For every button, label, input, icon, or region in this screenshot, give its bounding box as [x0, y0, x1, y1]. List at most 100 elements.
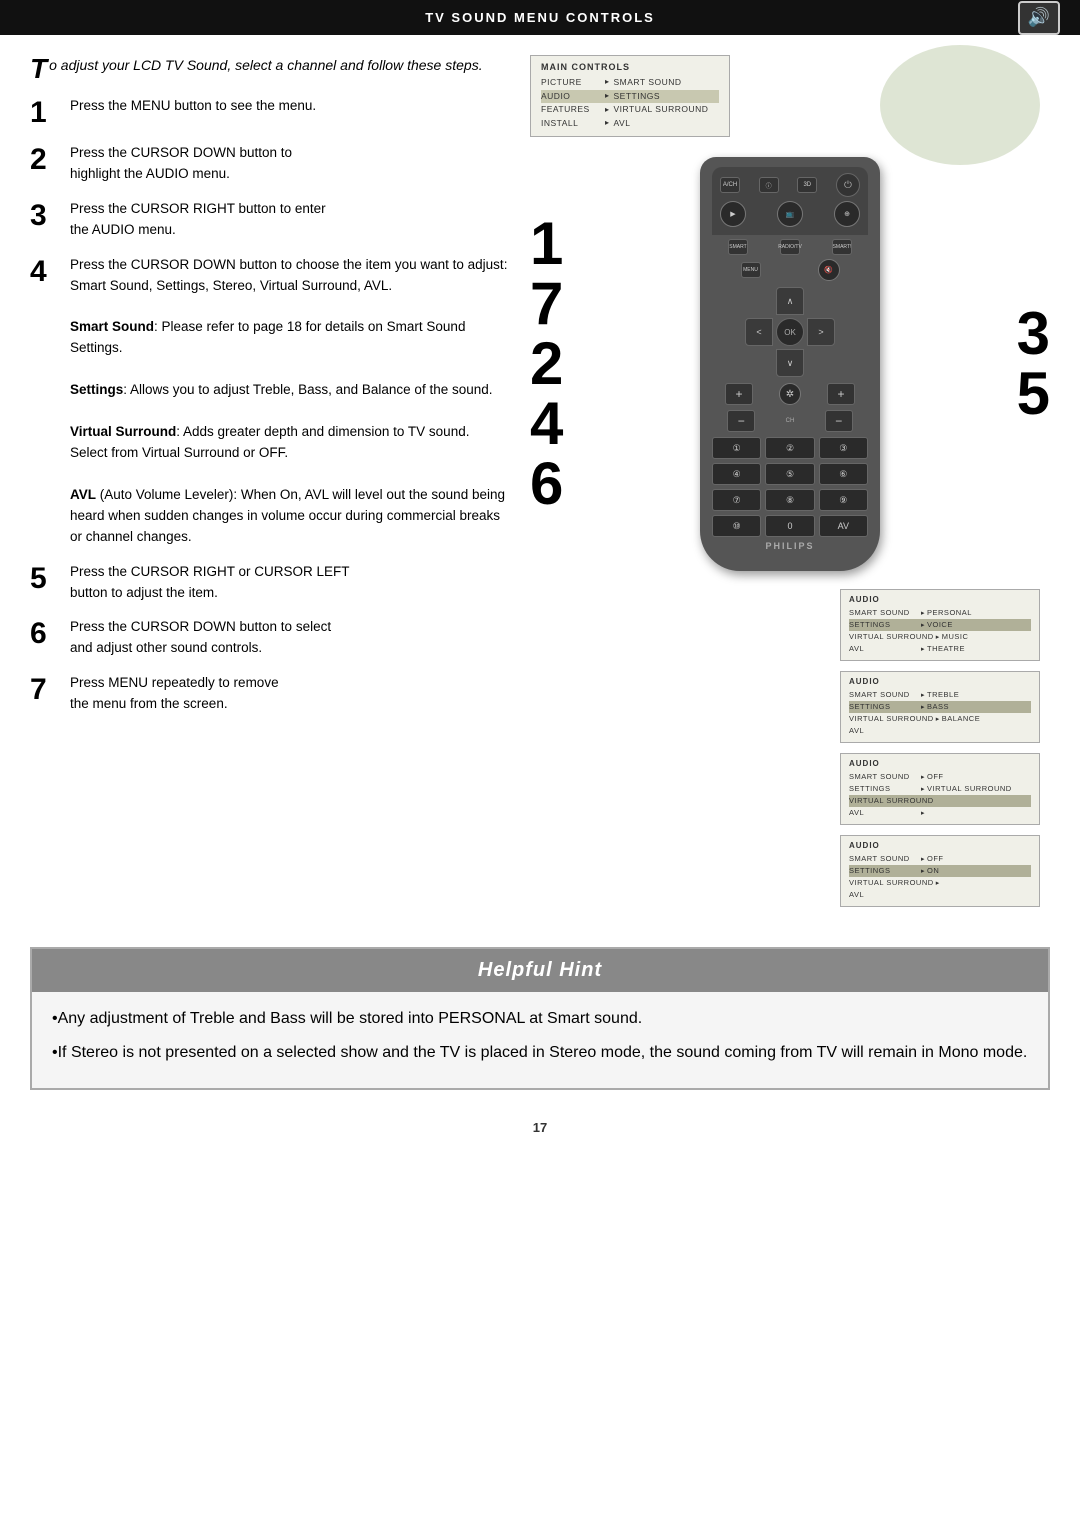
- cursor-ok-button[interactable]: OK: [776, 318, 804, 346]
- side-row-virtual-3: VIRTUAL SURROUND: [849, 795, 1031, 807]
- step-1-text: Press the MENU button to see the menu.: [70, 96, 316, 117]
- step-1-number: 1: [30, 96, 54, 129]
- btn-star[interactable]: ✲: [779, 383, 801, 405]
- step-4: 4 Press the CURSOR DOWN button to choose…: [30, 255, 510, 548]
- btn-5[interactable]: ⑤: [765, 463, 814, 485]
- vol-ch-row-2: − CH −: [712, 410, 868, 432]
- btn-10[interactable]: ⑩: [712, 515, 761, 537]
- side-row-avl-1: AVL▸THEATRE: [849, 643, 1031, 655]
- side-row-avl-3: AVL▸: [849, 807, 1031, 819]
- hint-bullet-2: •If Stereo is not presented on a selecte…: [52, 1040, 1028, 1066]
- philips-logo: PHILIPS: [712, 541, 868, 551]
- btn-2[interactable]: ②: [765, 437, 814, 459]
- btn-menu[interactable]: MENU: [741, 262, 761, 278]
- big-num-4: 4: [530, 394, 563, 454]
- btn-smart3[interactable]: SMART!: [832, 239, 852, 255]
- step-2-number: 2: [30, 143, 54, 176]
- side-row-smart-sound-1: SMART SOUND▸PERSONAL: [849, 607, 1031, 619]
- cursor-up-button[interactable]: ∧: [776, 287, 804, 315]
- side-menu-4-title: AUDIO: [849, 841, 1031, 850]
- side-row-settings-2: SETTINGS▸BASS: [849, 701, 1031, 713]
- btn-smart[interactable]: ⊕: [834, 201, 860, 227]
- remote-top: A/CH ⓘ 3D ⏻ ▶ 📺 ⊕: [712, 167, 868, 235]
- side-row-settings-4: SETTINGS▸ON: [849, 865, 1031, 877]
- btn-play[interactable]: ▶: [720, 201, 746, 227]
- btn-pip[interactable]: 3D: [797, 177, 817, 193]
- vol-minus[interactable]: −: [727, 410, 755, 432]
- btn-9[interactable]: ⑨: [819, 489, 868, 511]
- btn-1[interactable]: ①: [712, 437, 761, 459]
- step-1: 1 Press the MENU button to see the menu.: [30, 96, 510, 129]
- big-num-6: 6: [530, 454, 563, 514]
- remote-area: 1 7 2 4 6 A/CH ⓘ 3D: [530, 157, 1050, 571]
- header-title: TV Sound Menu Controls: [425, 10, 655, 25]
- big-num-2: 2: [530, 334, 563, 394]
- decorative-blob: [880, 45, 1040, 165]
- header: TV Sound Menu Controls 🔊: [0, 0, 1080, 35]
- step-3: 3 Press the CURSOR RIGHT button to enter…: [30, 199, 510, 241]
- btn-7[interactable]: ⑦: [712, 489, 761, 511]
- btn-radio[interactable]: RADIO/TV: [780, 239, 800, 255]
- menu-row-picture: PICTURE▸SMART SOUND: [541, 76, 719, 90]
- side-row-smart-sound-4: SMART SOUND▸OFF: [849, 853, 1031, 865]
- step-3-number: 3: [30, 199, 54, 232]
- btn-tv[interactable]: 📺: [777, 201, 803, 227]
- step-2: 2 Press the CURSOR DOWN button tohighlig…: [30, 143, 510, 185]
- remote-top-row-2: ▶ 📺 ⊕: [720, 201, 860, 227]
- main-menu-box: MAIN CONTROLS PICTURE▸SMART SOUND AUDIO▸…: [530, 55, 730, 137]
- btn-8[interactable]: ⑧: [765, 489, 814, 511]
- step-2-text: Press the CURSOR DOWN button tohighlight…: [70, 143, 292, 185]
- side-row-smart-sound-2: SMART SOUND▸TREBLE: [849, 689, 1031, 701]
- page: TV Sound Menu Controls 🔊 T o adjust your…: [0, 0, 1080, 1532]
- side-menu-4: AUDIO SMART SOUND▸OFF SETTINGS▸ON VIRTUA…: [840, 835, 1040, 907]
- ch-plus[interactable]: +: [827, 383, 855, 405]
- main-menu-title: MAIN CONTROLS: [541, 62, 719, 72]
- btn-0[interactable]: 0: [765, 515, 814, 537]
- step-6-text: Press the CURSOR DOWN button to selectan…: [70, 617, 331, 659]
- btn-3[interactable]: ③: [819, 437, 868, 459]
- remote-top-row-1: A/CH ⓘ 3D ⏻: [720, 173, 860, 197]
- ch-minus[interactable]: −: [825, 410, 853, 432]
- cursor-down-button[interactable]: ∨: [776, 349, 804, 377]
- big-num-5: 5: [1017, 364, 1050, 424]
- step-5-number: 5: [30, 562, 54, 595]
- step-4-number: 4: [30, 255, 54, 288]
- btn-info[interactable]: ⓘ: [759, 177, 779, 193]
- helpful-hint-body: •Any adjustment of Treble and Bass will …: [32, 992, 1048, 1087]
- side-row-virtual-2: VIRTUAL SURROUND▸BALANCE: [849, 713, 1031, 725]
- btn-4[interactable]: ④: [712, 463, 761, 485]
- sound-icon: 🔊: [1018, 1, 1060, 35]
- cursor-right-button[interactable]: >: [807, 318, 835, 346]
- menu-remote-area: MAIN CONTROLS PICTURE▸SMART SOUND AUDIO▸…: [530, 55, 1050, 571]
- side-menu-1: AUDIO SMART SOUND▸PERSONAL SETTINGS▸VOIC…: [840, 589, 1040, 661]
- right-big-numbers: 3 5: [1017, 304, 1050, 424]
- drop-cap: T: [30, 55, 47, 83]
- side-row-settings-1: SETTINGS▸VOICE: [849, 619, 1031, 631]
- btn-ach[interactable]: A/CH: [720, 177, 740, 193]
- step-5-text: Press the CURSOR RIGHT or CURSOR LEFTbut…: [70, 562, 350, 604]
- cursor-left-button[interactable]: <: [745, 318, 773, 346]
- menu-row-install: INSTALL▸AVL: [541, 117, 719, 131]
- side-row-avl-4: AVL: [849, 889, 1031, 901]
- intro-body: o adjust your LCD TV Sound, select a cha…: [49, 57, 482, 73]
- intro-text: T o adjust your LCD TV Sound, select a c…: [30, 55, 510, 76]
- side-menu-3: AUDIO SMART SOUND▸OFF SETTINGS▸VIRTUAL S…: [840, 753, 1040, 825]
- vol-plus[interactable]: +: [725, 383, 753, 405]
- step-7: 7 Press MENU repeatedly to removethe men…: [30, 673, 510, 715]
- btn-av[interactable]: AV: [819, 515, 868, 537]
- right-panel-menus: AUDIO SMART SOUND▸PERSONAL SETTINGS▸VOIC…: [840, 579, 1050, 907]
- menu-mute-row: MENU 🔇: [712, 259, 868, 281]
- side-row-smart-sound-3: SMART SOUND▸OFF: [849, 771, 1031, 783]
- main-content: T o adjust your LCD TV Sound, select a c…: [0, 35, 1080, 927]
- side-row-avl-2: AVL: [849, 725, 1031, 737]
- step-4-text: Press the CURSOR DOWN button to choose t…: [70, 255, 510, 548]
- side-row-settings-3: SETTINGS▸VIRTUAL SURROUND: [849, 783, 1031, 795]
- btn-6[interactable]: ⑥: [819, 463, 868, 485]
- btn-smart2[interactable]: SMART: [728, 239, 748, 255]
- side-menu-1-title: AUDIO: [849, 595, 1031, 604]
- power-button[interactable]: ⏻: [836, 173, 860, 197]
- step-6-number: 6: [30, 617, 54, 650]
- vol-ch-row: + ✲ +: [712, 383, 868, 405]
- page-number: 17: [0, 1110, 1080, 1145]
- btn-mute[interactable]: 🔇: [818, 259, 840, 281]
